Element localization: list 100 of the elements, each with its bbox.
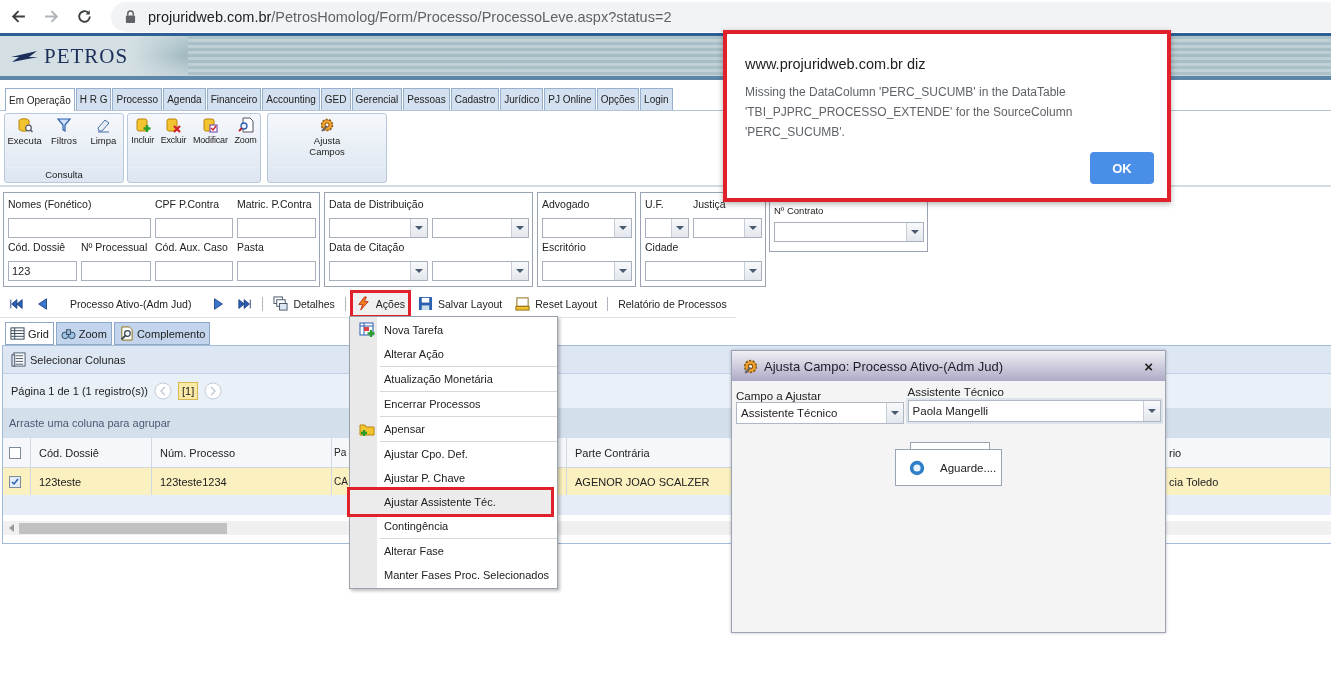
menu-item[interactable]: Alterar Ação xyxy=(350,342,557,366)
spinner-icon xyxy=(908,458,926,477)
menu-item[interactable]: Ajustar P. Chave xyxy=(350,466,557,490)
column-header[interactable]: Parte Contrária xyxy=(575,446,650,459)
dropdown-field[interactable] xyxy=(645,218,689,238)
text-field[interactable] xyxy=(155,261,233,281)
column-header[interactable]: rio xyxy=(1169,446,1182,459)
dropdown-field[interactable] xyxy=(432,218,529,238)
column-header[interactable]: Pa xyxy=(334,447,347,458)
view-tab[interactable]: Zoom xyxy=(55,322,112,345)
view-tab[interactable]: Grid xyxy=(5,322,54,345)
dropdown-field[interactable]: Assistente Técnico xyxy=(736,402,904,424)
forward-icon[interactable] xyxy=(43,8,60,25)
close-button[interactable]: × xyxy=(1140,357,1157,375)
dropdown-field[interactable] xyxy=(645,261,762,281)
toolbar-button[interactable]: Ações xyxy=(352,292,409,315)
menu-item[interactable]: Alterar Fase xyxy=(350,539,557,563)
ribbon-button[interactable]: Filtros xyxy=(45,117,83,167)
ribbon-button[interactable]: Ajusta Campos xyxy=(297,117,357,167)
ribbon-button[interactable]: Incluir xyxy=(131,117,154,167)
select-columns-button[interactable]: Selecionar Colunas xyxy=(11,352,126,367)
windows-icon xyxy=(273,296,289,311)
ribbon-button[interactable]: Zoom xyxy=(234,117,257,167)
ribbon-button[interactable]: Limpa xyxy=(84,117,123,167)
page-number-button[interactable]: [1] xyxy=(177,382,199,400)
field-label: Advogado xyxy=(542,197,591,212)
edit-icon xyxy=(202,117,219,133)
menu-tab[interactable]: Financeiro xyxy=(206,88,262,110)
checkbox[interactable] xyxy=(9,446,21,459)
table-icon xyxy=(10,326,25,341)
address-bar[interactable]: projuridweb.com.br/PetrosHomolog/Form/Processo/ProcessoLeve.aspx?status=2 xyxy=(111,1,1331,32)
ribbon-button[interactable]: Executa xyxy=(5,117,44,167)
next-page-icon[interactable] xyxy=(204,382,223,400)
menu-tab[interactable]: Jurídico xyxy=(500,88,544,110)
menu-tab[interactable]: Agenda xyxy=(163,88,206,110)
next-icon[interactable] xyxy=(211,296,226,311)
dropdown-field[interactable] xyxy=(432,261,529,281)
menu-tab[interactable]: Processo xyxy=(112,88,163,110)
dropdown-field[interactable] xyxy=(542,261,632,281)
toolbar-button[interactable]: Salvar Layout xyxy=(415,292,506,315)
menu-item[interactable]: Ajustar Assistente Téc. xyxy=(350,490,551,514)
ribbon-button[interactable]: Modificar xyxy=(192,117,228,167)
field-label: Assistente Técnico xyxy=(907,386,1005,398)
menu-item[interactable]: Contingência xyxy=(350,514,557,538)
last-page-icon[interactable] xyxy=(238,296,253,311)
scrollbar-thumb[interactable] xyxy=(19,522,227,534)
checkbox[interactable] xyxy=(9,475,21,488)
menu-tab[interactable]: PJ Online xyxy=(544,88,596,110)
menu-tab[interactable]: Em Operação xyxy=(5,88,75,111)
field-label: U.F. xyxy=(645,197,665,212)
document-search-icon xyxy=(118,326,134,341)
menu-tab[interactable]: Gerencial xyxy=(351,88,403,110)
back-icon[interactable] xyxy=(10,8,27,25)
gear-icon xyxy=(742,357,759,375)
text-field[interactable] xyxy=(155,218,233,238)
dropdown-field[interactable] xyxy=(329,218,428,238)
dropdown-field[interactable]: Paola Mangelli xyxy=(907,400,1161,422)
text-field[interactable] xyxy=(81,261,151,281)
menu-tab[interactable]: Opções xyxy=(596,88,640,110)
dropdown-field[interactable] xyxy=(329,261,428,281)
binoculars-icon xyxy=(60,326,76,341)
text-field[interactable] xyxy=(237,261,316,281)
field-label: Matric. P.Contra xyxy=(237,197,313,212)
menu-tab[interactable]: Cadastro xyxy=(450,88,500,110)
gear-icon xyxy=(319,117,335,133)
first-page-icon[interactable] xyxy=(9,296,23,311)
dropdown-arrow-icon xyxy=(749,269,757,273)
dropdown-field[interactable] xyxy=(774,222,924,242)
logo-text: PETROS xyxy=(44,43,129,69)
toolbar-button[interactable]: Reset Layout xyxy=(512,292,601,315)
table-add-icon xyxy=(359,322,375,338)
text-field[interactable]: 123 xyxy=(8,261,77,281)
menu-item[interactable]: Ajustar Cpo. Def. xyxy=(350,442,557,466)
field-label: CPF P.Contra xyxy=(155,197,220,212)
column-header[interactable]: Cód. Dossiê xyxy=(39,446,99,459)
menu-tab[interactable]: Pessoas xyxy=(403,88,450,110)
menu-item[interactable]: Apensar xyxy=(350,417,557,441)
menu-tab[interactable]: GED xyxy=(320,88,351,110)
menu-item[interactable]: Encerrar Processos xyxy=(350,392,557,416)
menu-item[interactable]: Manter Fases Proc. Selecionados xyxy=(350,563,557,587)
menu-tab[interactable]: Login xyxy=(640,88,673,110)
menu-tab[interactable]: Accounting xyxy=(262,88,320,110)
toolbar-button[interactable]: Detalhes xyxy=(270,292,338,315)
menu-item[interactable]: Nova Tarefa xyxy=(350,318,557,342)
previous-page-icon[interactable] xyxy=(153,382,172,400)
menu-tab[interactable]: H R G xyxy=(75,88,112,110)
text-field[interactable] xyxy=(8,218,151,238)
previous-icon[interactable] xyxy=(36,296,50,311)
toolbar-button[interactable]: Relatório de Processos xyxy=(615,292,730,315)
menu-item[interactable]: Atualização Monetária xyxy=(350,367,557,391)
view-tab[interactable]: Complemento xyxy=(113,322,211,345)
ribbon-button[interactable]: Excluir xyxy=(160,117,187,167)
dropdown-arrow-icon xyxy=(516,269,524,273)
text-field[interactable] xyxy=(237,218,316,238)
scroll-left-icon[interactable] xyxy=(9,524,15,532)
reload-icon[interactable] xyxy=(76,8,93,25)
column-header[interactable]: Núm. Processo xyxy=(160,446,236,459)
dropdown-field[interactable] xyxy=(693,218,762,238)
dropdown-field[interactable] xyxy=(542,218,632,238)
alert-title: www.projuridweb.com.br diz xyxy=(745,56,927,72)
